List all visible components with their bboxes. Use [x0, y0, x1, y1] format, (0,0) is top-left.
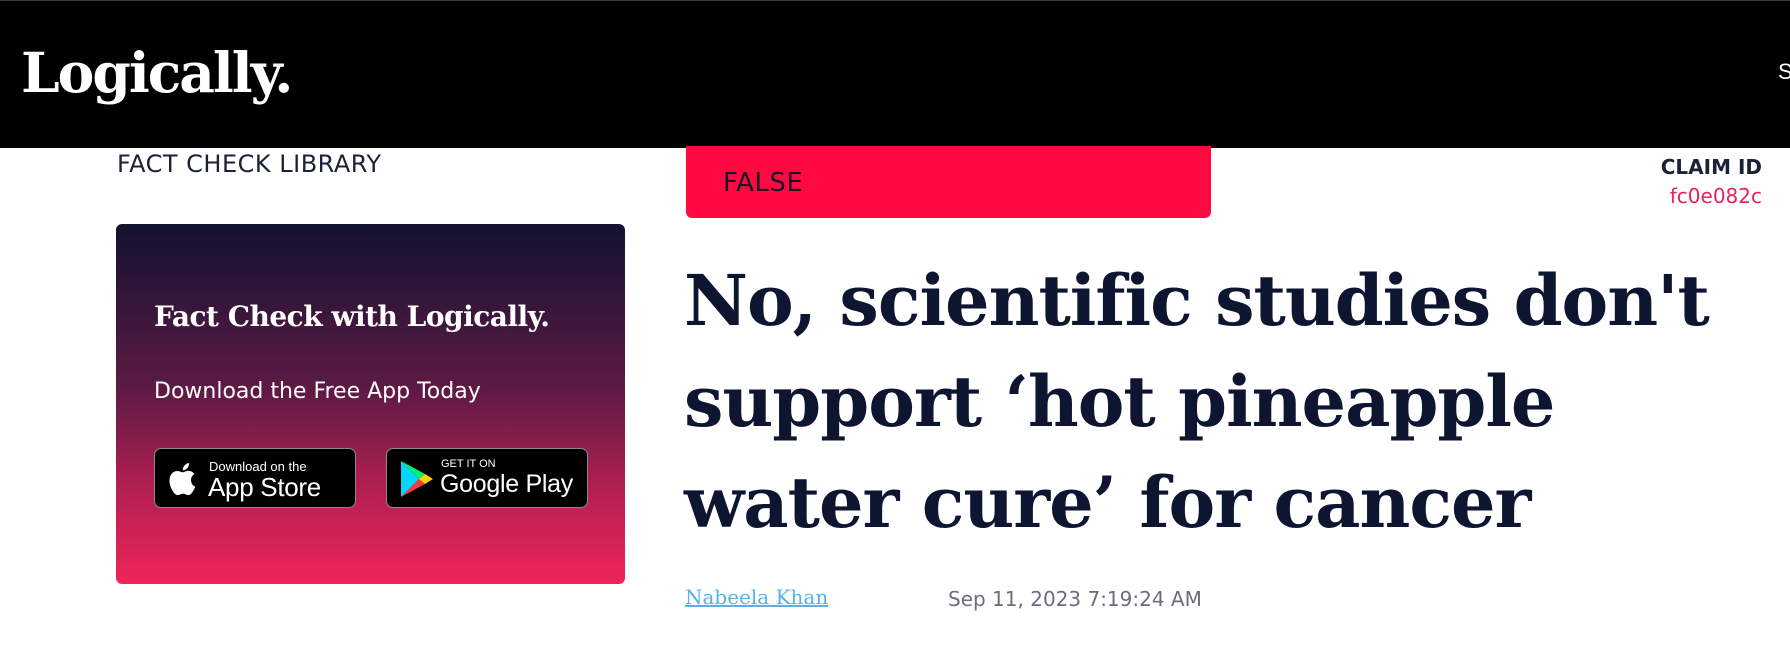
- top-navigation-bar: Logically. S: [0, 0, 1790, 148]
- claim-id-value: fc0e082c: [1669, 184, 1762, 208]
- fact-check-library-heading: FACT CHECK LIBRARY: [117, 150, 382, 178]
- publish-date: Sep 11, 2023 7:19:24 AM: [948, 587, 1202, 611]
- verdict-banner: FALSE: [686, 146, 1211, 218]
- promo-title: Fact Check with Logically.: [154, 300, 550, 333]
- claim-id-label: CLAIM ID: [1660, 155, 1762, 179]
- author-link[interactable]: Nabeela Khan: [685, 585, 828, 609]
- google-play-big-text: Google Play: [440, 470, 573, 498]
- google-play-small-text: GET IT ON: [441, 458, 496, 470]
- app-store-button[interactable]: Download on the App Store: [154, 448, 356, 508]
- app-promo-card: Fact Check with Logically. Download the …: [116, 224, 625, 584]
- apple-icon: [169, 463, 196, 496]
- google-play-button[interactable]: GET IT ON Google Play: [386, 448, 588, 508]
- verdict-label: FALSE: [723, 168, 804, 198]
- nav-item-clipped[interactable]: S: [1778, 59, 1790, 85]
- app-store-big-text: App Store: [208, 472, 321, 502]
- promo-subtitle: Download the Free App Today: [154, 379, 481, 404]
- logo[interactable]: Logically.: [21, 37, 293, 109]
- google-play-icon: [401, 461, 433, 497]
- article-headline: No, scientific studies don't support ‘ho…: [684, 259, 1710, 544]
